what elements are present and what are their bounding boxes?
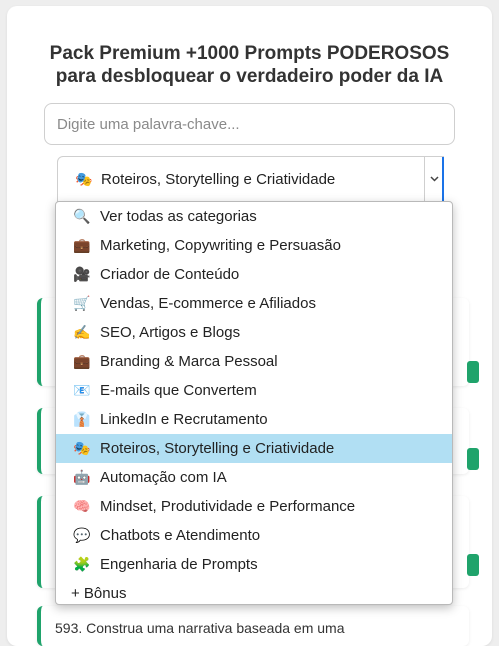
- brain-icon: 🧠: [73, 498, 91, 514]
- option-label: LinkedIn e Recrutamento: [100, 411, 268, 428]
- dropdown-option-linkedin[interactable]: 👔 LinkedIn e Recrutamento: [56, 405, 452, 434]
- theater-masks-icon: 🎭: [73, 440, 91, 456]
- dropdown-option-seo[interactable]: ✍️ SEO, Artigos e Blogs: [56, 318, 452, 347]
- search-input[interactable]: [44, 103, 455, 145]
- dropdown-option-prompt-engineering[interactable]: 🧩 Engenharia de Prompts: [56, 550, 452, 579]
- dropdown-option-branding[interactable]: 💼 Branding & Marca Pessoal: [56, 347, 452, 376]
- dropdown-option-emails[interactable]: 📧 E-mails que Convertem: [56, 376, 452, 405]
- page-title-line-1: Pack Premium +1000 Prompts PODEROSOS: [49, 43, 450, 64]
- category-dropdown-list[interactable]: 🔍 Ver todas as categorias 💼 Marketing, C…: [55, 201, 453, 605]
- option-label: SEO, Artigos e Blogs: [100, 324, 241, 341]
- page-title-line-2: para desbloquear o verdadeiro poder da I…: [55, 66, 444, 87]
- option-label: Automação com IA: [100, 469, 227, 486]
- option-label: Vendas, E-commerce e Afiliados: [100, 295, 316, 312]
- option-label: Ver todas as categorias: [100, 208, 257, 225]
- speech-bubble-icon: 💬: [73, 527, 91, 543]
- video-camera-icon: 🎥: [73, 266, 91, 282]
- dropdown-option-marketing[interactable]: 💼 Marketing, Copywriting e Persuasão: [56, 231, 452, 260]
- option-label: Mindset, Produtividade e Performance: [100, 498, 356, 515]
- writing-hand-icon: ✍️: [73, 324, 91, 340]
- option-label: Branding & Marca Pessoal: [100, 353, 278, 370]
- card-action-chip[interactable]: [467, 361, 479, 383]
- card-action-chip[interactable]: [467, 448, 479, 470]
- dropdown-option-mindset[interactable]: 🧠 Mindset, Produtividade e Performance: [56, 492, 452, 521]
- dropdown-option-automation[interactable]: 🤖 Automação com IA: [56, 463, 452, 492]
- dropdown-option-storytelling[interactable]: 🎭 Roteiros, Storytelling e Criatividade: [56, 434, 452, 463]
- option-label: Criador de Conteúdo: [100, 266, 240, 283]
- card-action-chip[interactable]: [467, 554, 479, 576]
- dropdown-option-content-creator[interactable]: 🎥 Criador de Conteúdo: [56, 260, 452, 289]
- theater-masks-icon: 🎭: [75, 170, 93, 187]
- briefcase-icon: 💼: [73, 237, 91, 253]
- necktie-icon: 👔: [73, 411, 91, 427]
- puzzle-piece-icon: 🧩: [73, 556, 91, 572]
- dropdown-option-bonus[interactable]: + Bônus: [56, 579, 452, 604]
- option-label: + Bônus: [71, 585, 127, 602]
- option-label: Roteiros, Storytelling e Criatividade: [100, 440, 335, 457]
- dropdown-option-all[interactable]: 🔍 Ver todas as categorias: [56, 202, 452, 231]
- option-label: Engenharia de Prompts: [100, 556, 258, 573]
- category-select[interactable]: 🎭 Roteiros, Storytelling e Criatividade: [57, 156, 444, 202]
- dropdown-option-sales[interactable]: 🛒 Vendas, E-commerce e Afiliados: [56, 289, 452, 318]
- option-label: E-mails que Convertem: [100, 382, 257, 399]
- envelope-icon: 📧: [73, 382, 91, 398]
- shopping-cart-icon: 🛒: [73, 295, 91, 311]
- magnifier-icon: 🔍: [73, 208, 91, 224]
- briefcase-icon: 💼: [73, 353, 91, 369]
- chevron-down-icon[interactable]: [424, 157, 443, 201]
- page-title: Pack Premium +1000 Prompts PODEROSOS par…: [0, 42, 499, 88]
- prompt-card-text: 593. Construa uma narrativa baseada em u…: [55, 620, 345, 636]
- robot-icon: 🤖: [73, 469, 91, 485]
- focus-edge: [442, 157, 444, 201]
- option-label: Marketing, Copywriting e Persuasão: [100, 237, 341, 254]
- dropdown-option-chatbots[interactable]: 💬 Chatbots e Atendimento: [56, 521, 452, 550]
- category-select-value: Roteiros, Storytelling e Criatividade: [101, 170, 336, 188]
- option-label: Chatbots e Atendimento: [100, 527, 261, 544]
